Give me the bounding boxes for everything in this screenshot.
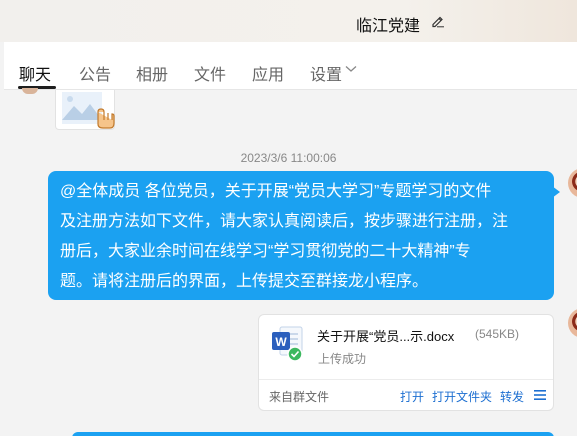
menu-icon[interactable] bbox=[534, 390, 546, 400]
open-button[interactable]: 打开 bbox=[400, 388, 424, 405]
message-line: 册后，大家业余时间在线学习“学习贯彻党的二十大精神”专 bbox=[60, 243, 471, 260]
chat-title: 临江党建 bbox=[356, 18, 421, 35]
open-folder-button[interactable]: 打开文件夹 bbox=[432, 388, 492, 405]
check-circle-icon bbox=[287, 346, 303, 362]
svg-text:W: W bbox=[275, 335, 287, 349]
message-line: 及注册方法如下文件，请大家认真阅读后，按步骤进行注册，注 bbox=[60, 213, 509, 230]
tab-apps[interactable]: 应用 bbox=[252, 61, 284, 85]
chevron-down-icon[interactable] bbox=[345, 65, 357, 73]
image-message[interactable] bbox=[55, 90, 115, 130]
tab-chat[interactable]: 聊天 bbox=[19, 61, 51, 85]
forward-button[interactable]: 转发 bbox=[500, 388, 524, 405]
message-timestamp: 2023/3/6 11:00:06 bbox=[240, 151, 337, 165]
pencil-icon[interactable] bbox=[431, 14, 445, 28]
title-bar: 临江党建 bbox=[0, 0, 577, 42]
message-bubble[interactable] bbox=[72, 432, 554, 436]
message-line: @全体成员 各位党员，关于开展“党员大学习”专题学习的文件 bbox=[60, 183, 492, 200]
upload-status: 上传成功 bbox=[318, 352, 367, 366]
bubble-tail bbox=[552, 186, 560, 198]
image-placeholder-icon bbox=[62, 92, 115, 129]
file-source: 来自群文件 bbox=[269, 390, 330, 404]
tab-album[interactable]: 相册 bbox=[136, 61, 168, 85]
message-line: 题。请将注册后的界面，上传提交至群接龙小程序。 bbox=[60, 273, 429, 290]
tab-files[interactable]: 文件 bbox=[194, 61, 226, 85]
file-name: 关于开展“党员...示.docx bbox=[317, 329, 455, 344]
tab-settings[interactable]: 设置 bbox=[310, 61, 342, 85]
message-bubble[interactable]: @全体成员 各位党员，关于开展“党员大学习”专题学习的文件 及注册方法如下文件，… bbox=[48, 171, 554, 300]
tab-bar: 聊天 公告 相册 文件 应用 设置 bbox=[4, 42, 577, 90]
word-doc-icon: W bbox=[272, 326, 303, 362]
tab-announcements[interactable]: 公告 bbox=[79, 61, 111, 85]
file-card[interactable]: W 关于开展“党员...示.docx (545KB) 上传成功 来自群文件 打开… bbox=[258, 314, 554, 411]
file-size: (545KB) bbox=[475, 327, 520, 341]
divider bbox=[259, 379, 553, 380]
